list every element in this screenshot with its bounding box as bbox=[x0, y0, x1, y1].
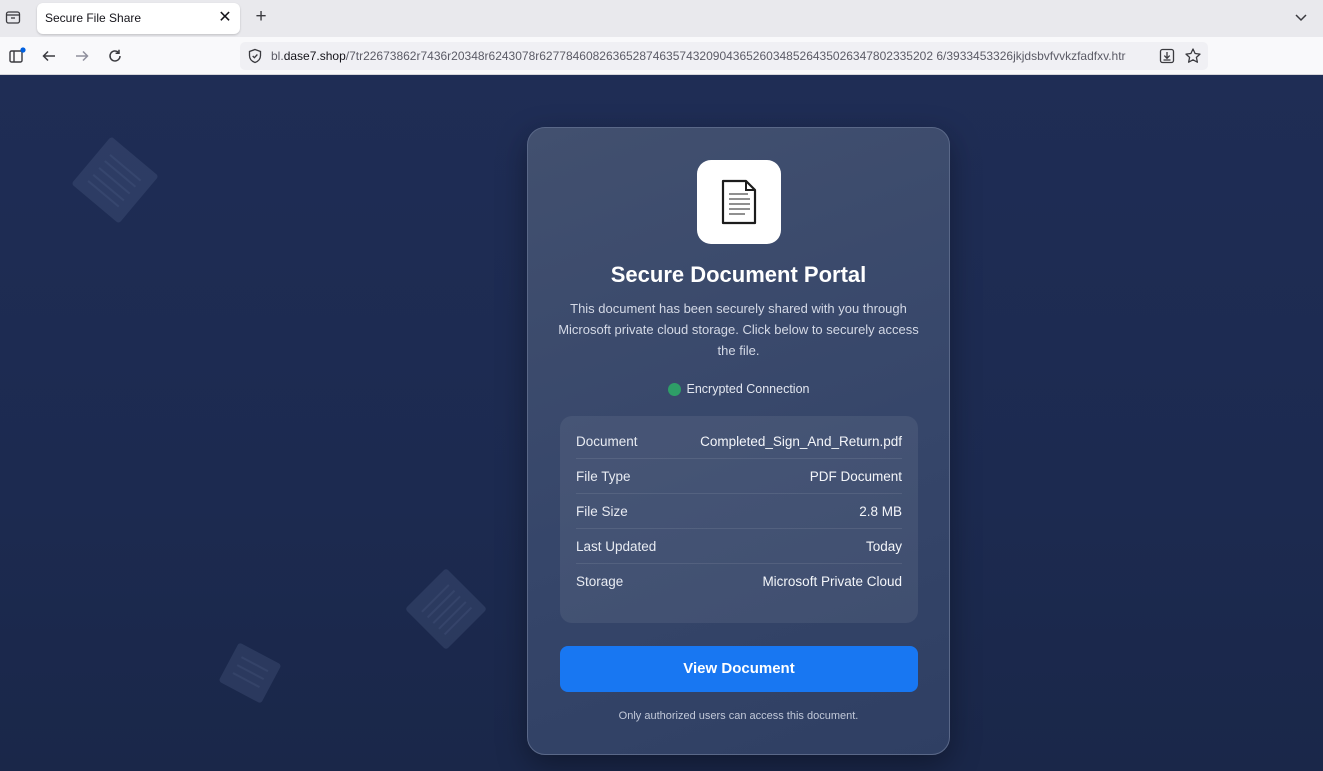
floating-paper-decoration bbox=[404, 567, 488, 651]
detail-label: Document bbox=[576, 433, 638, 449]
url-bar[interactable]: bl.dase7.shop/7tr22673862r7436r20348r624… bbox=[240, 42, 1208, 70]
tab-list-icon[interactable] bbox=[4, 8, 22, 26]
detail-value: Completed_Sign_And_Return.pdf bbox=[700, 433, 902, 449]
page-content: Secure Document Portal This document has… bbox=[0, 75, 1323, 771]
browser-tab[interactable]: Secure File Share ✕ bbox=[37, 3, 240, 34]
detail-row-last-updated: Last Updated Today bbox=[576, 529, 902, 564]
url-prefix: bl. bbox=[271, 49, 284, 63]
detail-value: Microsoft Private Cloud bbox=[762, 574, 902, 589]
view-document-button[interactable]: View Document bbox=[560, 646, 918, 692]
connection-status: Encrypted Connection bbox=[528, 381, 949, 397]
detail-value: PDF Document bbox=[809, 468, 902, 484]
url-text[interactable]: bl.dase7.shop/7tr22673862r7436r20348r624… bbox=[271, 49, 1151, 64]
status-text: Encrypted Connection bbox=[686, 382, 810, 396]
floating-paper-decoration bbox=[71, 136, 159, 224]
save-page-icon[interactable] bbox=[1158, 47, 1176, 65]
detail-row-file-type: File Type PDF Document bbox=[576, 459, 902, 494]
detail-value: 2.8 MB bbox=[859, 503, 902, 519]
detail-row-document: Document Completed_Sign_And_Return.pdf bbox=[576, 424, 902, 459]
browser-nav-bar: bl.dase7.shop/7tr22673862r7436r20348r624… bbox=[0, 37, 1323, 75]
url-domain: dase7.shop bbox=[283, 49, 346, 63]
floating-paper-decoration bbox=[218, 642, 282, 704]
document-details-panel: Document Completed_Sign_And_Return.pdf F… bbox=[560, 416, 918, 623]
close-icon[interactable]: ✕ bbox=[218, 9, 232, 27]
bookmark-star-icon[interactable] bbox=[1184, 47, 1202, 65]
tab-title: Secure File Share bbox=[45, 11, 142, 25]
detail-label: File Type bbox=[576, 468, 631, 484]
document-icon bbox=[697, 160, 781, 244]
shield-icon[interactable] bbox=[247, 48, 263, 64]
detail-value: Today bbox=[865, 538, 902, 554]
detail-label: File Size bbox=[576, 503, 628, 519]
url-path: /7tr22673862r7436r20348r6243078r62778460… bbox=[345, 49, 1126, 63]
card-description: This document has been securely shared w… bbox=[558, 301, 919, 358]
page-title: Secure Document Portal bbox=[610, 262, 867, 287]
reload-icon[interactable] bbox=[105, 46, 125, 66]
browser-tab-bar: Secure File Share ✕ + bbox=[0, 0, 1323, 37]
detail-label: Storage bbox=[576, 574, 624, 589]
tab-menu-chevron-icon[interactable] bbox=[1293, 9, 1309, 25]
secure-document-card: Secure Document Portal This document has… bbox=[527, 127, 950, 755]
forward-arrow-icon[interactable] bbox=[72, 46, 92, 66]
back-arrow-icon[interactable] bbox=[39, 46, 59, 66]
detail-label: Last Updated bbox=[576, 538, 657, 554]
sidebar-icon[interactable] bbox=[7, 46, 27, 66]
authorization-footnote: Only authorized users can access this do… bbox=[618, 710, 859, 722]
new-tab-icon[interactable]: + bbox=[252, 7, 270, 27]
status-dot-icon bbox=[667, 382, 681, 396]
detail-row-storage: Storage Microsoft Private Cloud bbox=[576, 564, 902, 599]
detail-row-file-size: File Size 2.8 MB bbox=[576, 494, 902, 529]
